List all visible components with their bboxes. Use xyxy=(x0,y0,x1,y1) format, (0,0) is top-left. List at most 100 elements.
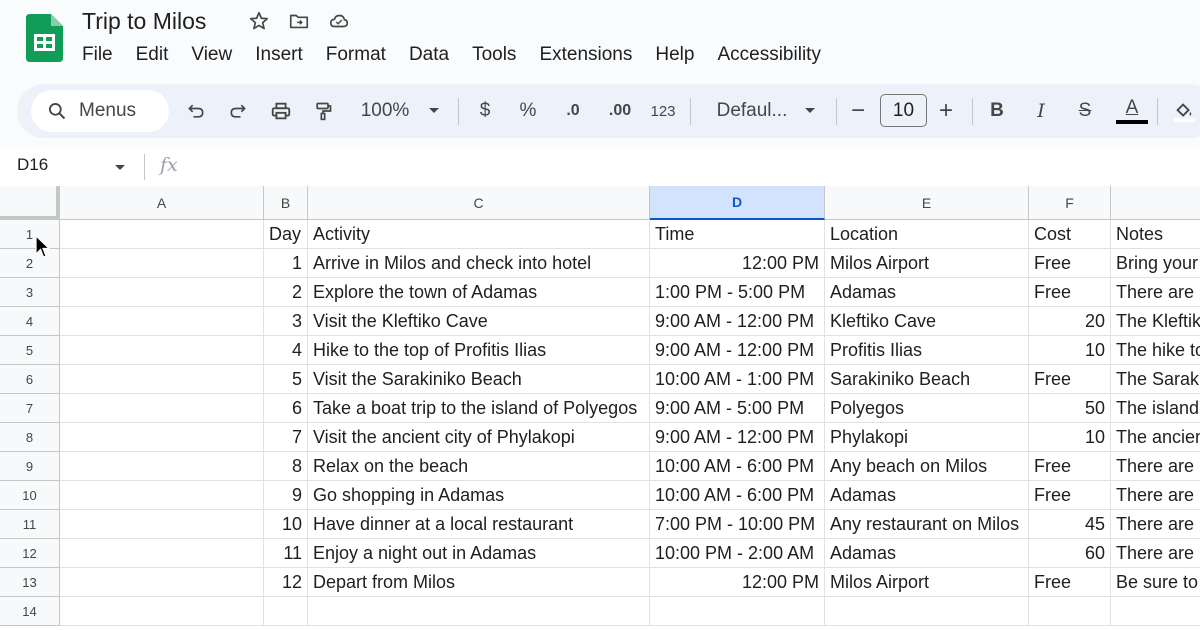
row-header[interactable]: 11 xyxy=(0,510,60,539)
increase-decimal-button[interactable]: .00 xyxy=(601,84,639,138)
cell-b5[interactable]: 4 xyxy=(264,336,308,365)
cell-d11[interactable]: 7:00 PM - 10:00 PM xyxy=(650,510,825,539)
font-family-value[interactable]: Defaul... xyxy=(707,84,797,138)
cell-f11[interactable]: 45 xyxy=(1029,510,1111,539)
italic-button[interactable]: I xyxy=(1029,84,1053,138)
cell-g5[interactable]: The hike to xyxy=(1111,336,1200,365)
undo-button[interactable] xyxy=(180,84,212,138)
cell-a5[interactable] xyxy=(60,336,264,365)
cell-a8[interactable] xyxy=(60,423,264,452)
cell-g10[interactable]: There are xyxy=(1111,481,1200,510)
row-header[interactable]: 8 xyxy=(0,423,60,452)
cell-b1[interactable]: Day xyxy=(264,220,308,249)
column-header-b[interactable]: B xyxy=(264,186,308,220)
menu-view[interactable]: View xyxy=(191,44,232,66)
row-header[interactable]: 10 xyxy=(0,481,60,510)
menu-data[interactable]: Data xyxy=(409,44,449,66)
percent-format-button[interactable]: % xyxy=(515,84,541,138)
cell-e9[interactable]: Any beach on Milos xyxy=(825,452,1029,481)
menu-help[interactable]: Help xyxy=(655,44,694,66)
cell-e5[interactable]: Profitis Ilias xyxy=(825,336,1029,365)
row-header[interactable]: 6 xyxy=(0,365,60,394)
row-header[interactable]: 13 xyxy=(0,568,60,597)
cell-g4[interactable]: The Kleftik xyxy=(1111,307,1200,336)
cloud-status-icon[interactable] xyxy=(328,10,350,32)
column-header-e[interactable]: E xyxy=(825,186,1029,220)
select-all-corner[interactable] xyxy=(0,186,60,220)
cell-g2[interactable]: Bring your xyxy=(1111,249,1200,278)
move-folder-icon[interactable] xyxy=(288,10,310,32)
cell-c14[interactable] xyxy=(308,597,650,626)
menu-insert[interactable]: Insert xyxy=(255,44,303,66)
cell-c5[interactable]: Hike to the top of Profitis Ilias xyxy=(308,336,650,365)
column-header-a[interactable]: A xyxy=(60,186,264,220)
menu-format[interactable]: Format xyxy=(326,44,386,66)
cell-e13[interactable]: Milos Airport xyxy=(825,568,1029,597)
cell-a3[interactable] xyxy=(60,278,264,307)
cell-c7[interactable]: Take a boat trip to the island of Polyeg… xyxy=(308,394,650,423)
row-header[interactable]: 9 xyxy=(0,452,60,481)
row-header[interactable]: 4 xyxy=(0,307,60,336)
redo-button[interactable] xyxy=(222,84,254,138)
menu-file[interactable]: File xyxy=(82,44,113,66)
paint-format-button[interactable] xyxy=(307,84,339,138)
cell-g8[interactable]: The ancien xyxy=(1111,423,1200,452)
row-header[interactable]: 1 xyxy=(0,220,60,249)
cell-g11[interactable]: There are xyxy=(1111,510,1200,539)
cell-a13[interactable] xyxy=(60,568,264,597)
column-header-f[interactable]: F xyxy=(1029,186,1111,220)
zoom-dropdown[interactable] xyxy=(422,84,446,138)
cell-e7[interactable]: Polyegos xyxy=(825,394,1029,423)
cell-d7[interactable]: 9:00 AM - 5:00 PM xyxy=(650,394,825,423)
cell-b13[interactable]: 12 xyxy=(264,568,308,597)
cell-a14[interactable] xyxy=(60,597,264,626)
cell-a12[interactable] xyxy=(60,539,264,568)
cell-b7[interactable]: 6 xyxy=(264,394,308,423)
cell-e6[interactable]: Sarakiniko Beach xyxy=(825,365,1029,394)
cell-e12[interactable]: Adamas xyxy=(825,539,1029,568)
cell-e8[interactable]: Phylakopi xyxy=(825,423,1029,452)
fill-color-button[interactable] xyxy=(1169,84,1199,138)
cell-c6[interactable]: Visit the Sarakiniko Beach xyxy=(308,365,650,394)
cell-g12[interactable]: There are xyxy=(1111,539,1200,568)
cell-d9[interactable]: 10:00 AM - 6:00 PM xyxy=(650,452,825,481)
font-size-input[interactable]: 10 xyxy=(880,94,927,127)
decrease-decimal-button[interactable]: .0 xyxy=(557,84,589,138)
cell-a7[interactable] xyxy=(60,394,264,423)
cell-g9[interactable]: There are xyxy=(1111,452,1200,481)
print-button[interactable] xyxy=(265,84,297,138)
cell-c9[interactable]: Relax on the beach xyxy=(308,452,650,481)
bold-button[interactable]: B xyxy=(985,84,1009,138)
cell-c10[interactable]: Go shopping in Adamas xyxy=(308,481,650,510)
cell-c13[interactable]: Depart from Milos xyxy=(308,568,650,597)
cell-a6[interactable] xyxy=(60,365,264,394)
decrease-font-size-button[interactable]: − xyxy=(846,84,870,138)
cell-f14[interactable] xyxy=(1029,597,1111,626)
cell-e4[interactable]: Kleftiko Cave xyxy=(825,307,1029,336)
cell-d6[interactable]: 10:00 AM - 1:00 PM xyxy=(650,365,825,394)
cell-g13[interactable]: Be sure to xyxy=(1111,568,1200,597)
cell-e14[interactable] xyxy=(825,597,1029,626)
cell-g7[interactable]: The island xyxy=(1111,394,1200,423)
cell-f13[interactable]: Free xyxy=(1029,568,1111,597)
row-header[interactable]: 5 xyxy=(0,336,60,365)
menu-extensions[interactable]: Extensions xyxy=(539,44,632,66)
cell-f10[interactable]: Free xyxy=(1029,481,1111,510)
cell-f7[interactable]: 50 xyxy=(1029,394,1111,423)
menus-search-button[interactable]: Menus xyxy=(31,90,169,132)
cell-f9[interactable]: Free xyxy=(1029,452,1111,481)
cell-f5[interactable]: 10 xyxy=(1029,336,1111,365)
cell-b8[interactable]: 7 xyxy=(264,423,308,452)
row-header[interactable]: 7 xyxy=(0,394,60,423)
currency-format-button[interactable]: $ xyxy=(473,84,497,138)
cell-b4[interactable]: 3 xyxy=(264,307,308,336)
cell-c4[interactable]: Visit the Kleftiko Cave xyxy=(308,307,650,336)
cell-d14[interactable] xyxy=(650,597,825,626)
cell-d5[interactable]: 9:00 AM - 12:00 PM xyxy=(650,336,825,365)
cell-f4[interactable]: 20 xyxy=(1029,307,1111,336)
cell-e1[interactable]: Location xyxy=(825,220,1029,249)
cell-b10[interactable]: 9 xyxy=(264,481,308,510)
document-title[interactable]: Trip to Milos xyxy=(82,8,206,35)
cell-c11[interactable]: Have dinner at a local restaurant xyxy=(308,510,650,539)
cell-d8[interactable]: 9:00 AM - 12:00 PM xyxy=(650,423,825,452)
